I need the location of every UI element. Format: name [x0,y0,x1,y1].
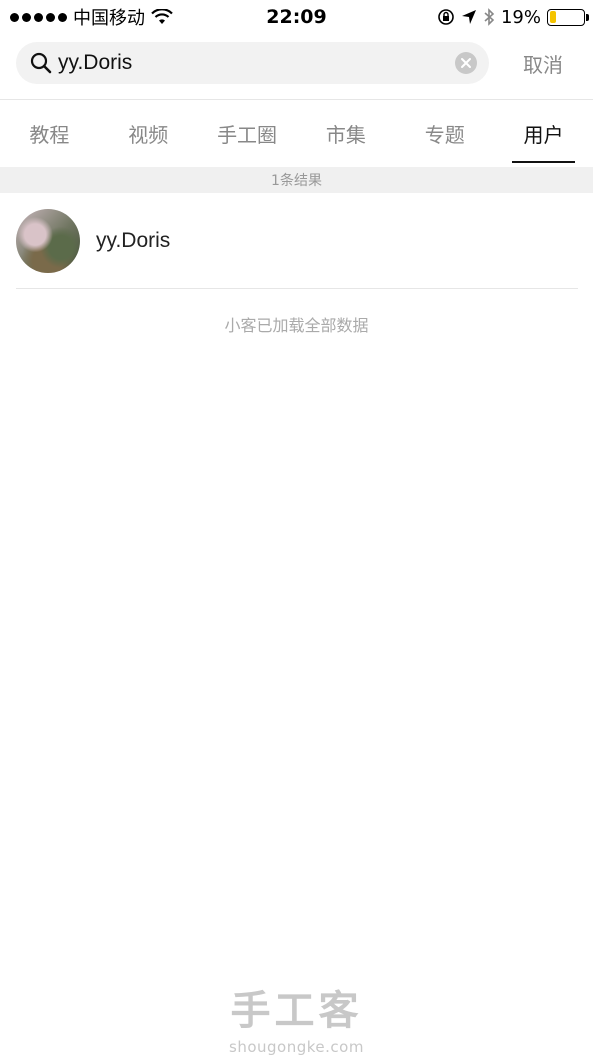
user-name[interactable]: yy.Doris [96,229,170,253]
tab-craft-circle[interactable]: 手工圈 [198,100,297,166]
tab-tutorials[interactable]: 教程 [0,100,99,166]
status-bar: 中国移动 22:09 19% [0,0,593,34]
signal-strength-icon [10,12,67,22]
result-count: 1条结果 [0,167,593,193]
tab-market[interactable]: 市集 [296,100,395,166]
battery-level [549,11,556,23]
search-icon [30,52,52,74]
tab-users[interactable]: 用户 [494,100,593,166]
all-loaded-text: 小客已加载全部数据 [224,316,369,335]
search-header: yy.Doris 取消 [0,40,593,86]
rotation-lock-icon [438,9,454,25]
watermark-title: 手工客 [230,988,363,1034]
app-screen: 中国移动 22:09 19% yy.Doris 取消 教程 视频 手工圈 市集 … [0,0,593,1055]
list-item[interactable]: yy.Doris [16,193,578,289]
search-query[interactable]: yy.Doris [58,51,449,75]
category-tabs: 教程 视频 手工圈 市集 专题 用户 [0,100,593,166]
avatar[interactable] [16,208,80,273]
tab-topics[interactable]: 专题 [395,100,494,166]
bluetooth-icon [484,8,495,26]
battery-icon [547,8,589,26]
location-arrow-icon [461,10,476,24]
watermark-logo: 手工客 shougongke.com [0,978,593,1055]
battery-percent: 19% [500,6,541,28]
tab-videos[interactable]: 视频 [99,100,198,166]
status-left: 中国移动 [10,4,173,30]
status-right: 19% [437,6,589,28]
carrier-name: 中国移动 [73,8,145,29]
wifi-icon [151,9,173,24]
watermark-url: shougongke.com [229,1038,364,1055]
clear-icon[interactable] [455,52,477,74]
search-input[interactable]: yy.Doris [16,42,489,84]
cancel-button[interactable]: 取消 [523,49,577,78]
